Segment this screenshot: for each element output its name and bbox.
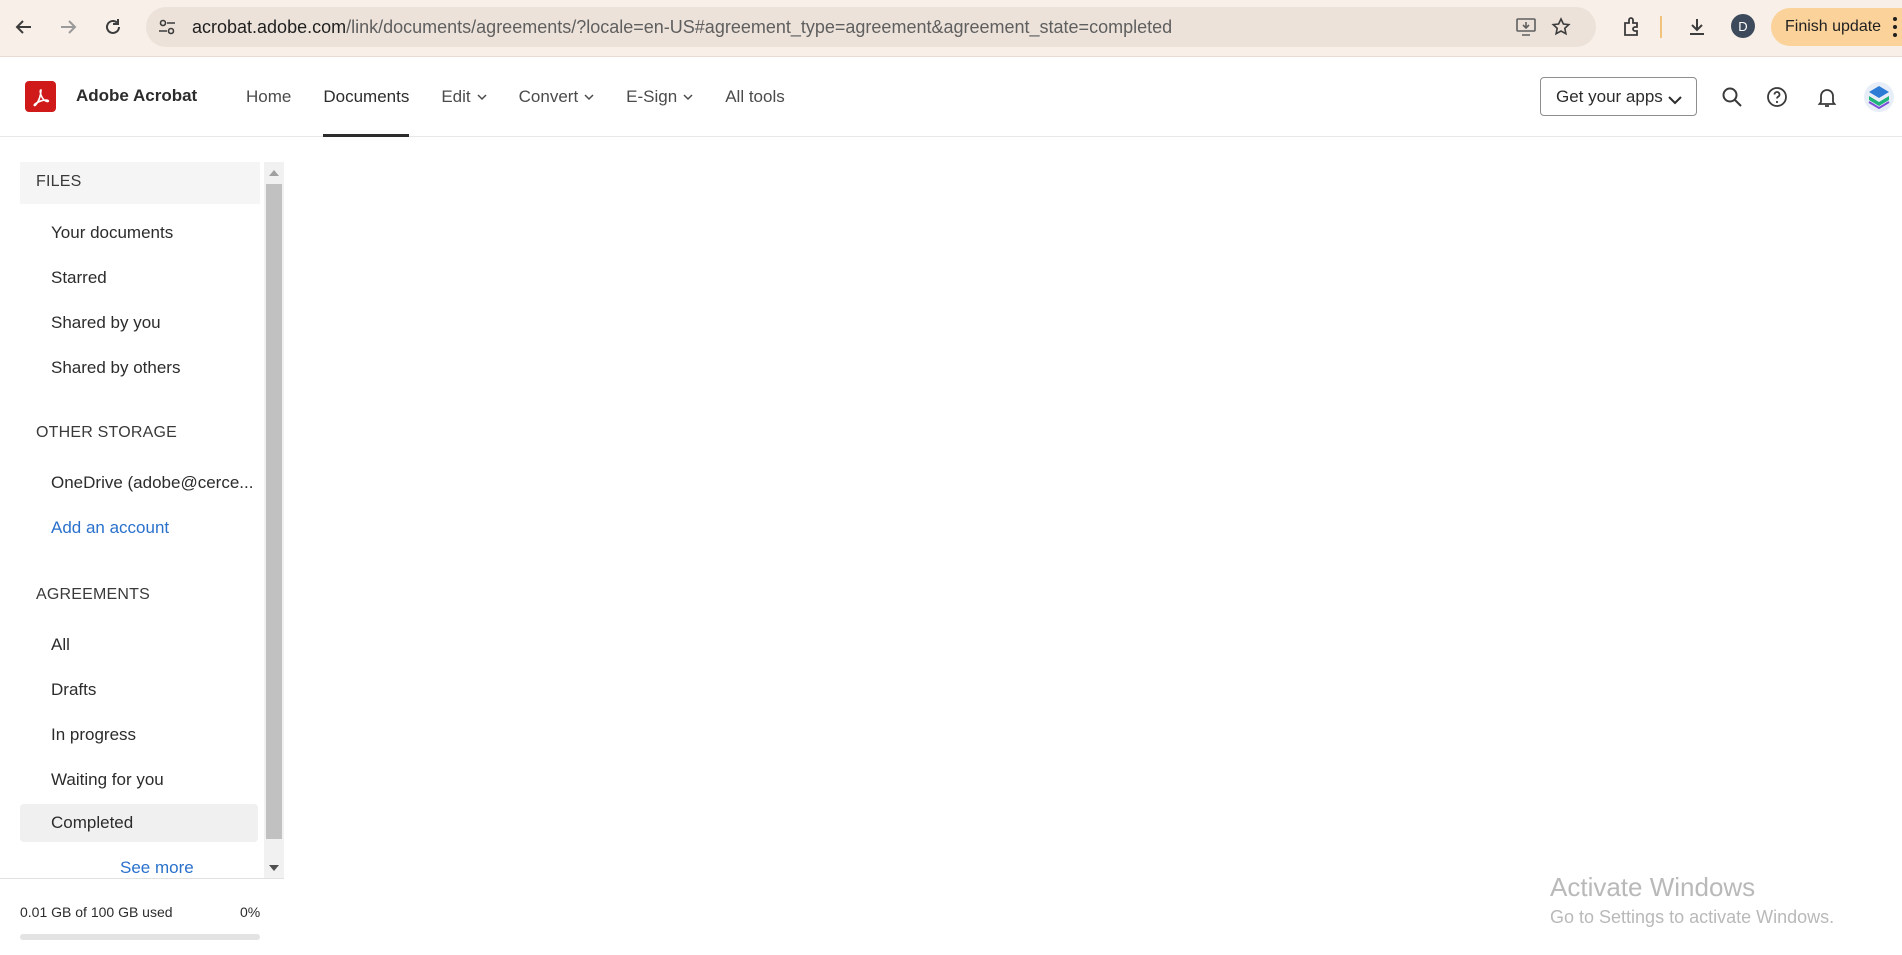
chevron-down-icon [584, 93, 594, 101]
sidebar-scrollbar[interactable] [264, 162, 284, 879]
storage-used-text: 0.01 GB of 100 GB used [20, 904, 173, 920]
sidebar: FILES Your documents Starred Shared by y… [0, 162, 262, 879]
extensions-icon[interactable] [1618, 13, 1646, 41]
sidebar-item-shared-by-others[interactable]: Shared by others [20, 349, 258, 387]
nav-documents-label: Documents [323, 87, 410, 106]
sidebar-item-starred[interactable]: Starred [20, 259, 258, 297]
nav-esign[interactable]: E-Sign [626, 57, 693, 137]
app-name[interactable]: Adobe Acrobat [76, 86, 197, 106]
get-your-apps-button[interactable]: Get your apps [1540, 77, 1697, 116]
chevron-down-icon [683, 93, 693, 101]
activate-windows-subtitle: Go to Settings to activate Windows. [1550, 907, 1835, 927]
storage-progress-bar [20, 934, 260, 940]
add-account-link[interactable]: Add an account [20, 509, 258, 547]
app-header: Adobe Acrobat Home Documents Edit Conver… [0, 57, 1902, 137]
bookmark-star-icon[interactable] [1550, 16, 1572, 38]
sidebar-item-label: In progress [51, 725, 137, 744]
other-storage-section-title: OTHER STORAGE [36, 424, 177, 441]
storage-percent: 0% [240, 904, 261, 920]
scroll-up-arrow-icon[interactable] [269, 170, 279, 176]
reload-icon[interactable] [98, 12, 128, 42]
sidebar-item-waiting-for-you[interactable]: Waiting for you [20, 761, 258, 799]
nav-home-label: Home [246, 87, 292, 106]
sidebar-divider [0, 878, 284, 879]
sidebar-item-label: Waiting for you [51, 770, 164, 789]
user-avatar[interactable] [1864, 82, 1894, 112]
nav-edit-label: Edit [441, 87, 471, 106]
chevron-down-icon [477, 93, 487, 101]
notifications-bell-icon[interactable] [1813, 83, 1841, 111]
sidebar-item-completed[interactable]: Completed [20, 804, 258, 842]
top-nav: Home Documents Edit Convert E-Sign All t… [246, 57, 817, 137]
forward-icon[interactable] [53, 12, 83, 42]
site-settings-icon[interactable] [156, 16, 178, 38]
sidebar-item-drafts[interactable]: Drafts [20, 671, 258, 709]
scrollbar-thumb[interactable] [266, 184, 282, 839]
sidebar-item-in-progress[interactable]: In progress [20, 716, 258, 754]
sidebar-item-your-documents[interactable]: Your documents [20, 214, 258, 252]
acrobat-logo-icon[interactable] [25, 81, 56, 112]
sidebar-item-label: Shared by you [51, 313, 161, 332]
nav-all-tools-label: All tools [725, 87, 785, 106]
url-text: acrobat.adobe.com/link/documents/agreeme… [192, 17, 1173, 37]
get-your-apps-label: Get your apps [1556, 86, 1663, 106]
finish-update-label: Finish update [1785, 18, 1882, 35]
search-icon[interactable] [1718, 83, 1746, 111]
sidebar-item-shared-by-you[interactable]: Shared by you [20, 304, 258, 342]
nav-esign-label: E-Sign [626, 87, 678, 106]
sidebar-item-onedrive[interactable]: OneDrive (adobe@cerce... [20, 464, 258, 502]
address-bar[interactable]: acrobat.adobe.com/link/documents/agreeme… [146, 7, 1596, 47]
nav-home[interactable]: Home [246, 57, 291, 137]
sidebar-item-label: Drafts [51, 680, 97, 699]
nav-edit[interactable]: Edit [441, 57, 487, 137]
nav-all-tools[interactable]: All tools [725, 57, 785, 137]
chevron-down-icon [1668, 90, 1682, 110]
menu-dots-icon[interactable] [1892, 17, 1898, 37]
browser-toolbar: acrobat.adobe.com/link/documents/agreeme… [0, 0, 1902, 57]
install-app-icon[interactable] [1515, 16, 1537, 38]
nav-convert[interactable]: Convert [519, 57, 595, 137]
files-section-title: FILES [36, 173, 82, 190]
sidebar-item-label: Add an account [51, 518, 170, 537]
sidebar-item-label: OneDrive (adobe@cerce... [51, 473, 254, 492]
activate-windows-title: Activate Windows [1550, 872, 1756, 902]
downloads-icon[interactable] [1683, 13, 1711, 41]
sidebar-item-label: Starred [51, 268, 107, 287]
sidebar-item-label: Completed [51, 813, 134, 832]
sidebar-item-label: Shared by others [51, 358, 181, 377]
toolbar-divider [1660, 16, 1662, 38]
profile-avatar[interactable]: D [1731, 14, 1755, 38]
help-icon[interactable] [1763, 83, 1791, 111]
back-icon[interactable] [9, 12, 39, 42]
scroll-down-arrow-icon[interactable] [269, 865, 279, 871]
sidebar-item-label: All [51, 635, 70, 654]
nav-convert-label: Convert [518, 87, 579, 106]
finish-update-button[interactable]: Finish update [1771, 8, 1902, 46]
sidebar-item-label: Your documents [51, 223, 174, 242]
nav-documents[interactable]: Documents [323, 57, 409, 137]
see-more-link[interactable]: See more [120, 858, 194, 878]
sidebar-item-all[interactable]: All [20, 626, 258, 664]
agreements-section-title: AGREEMENTS [36, 586, 151, 603]
